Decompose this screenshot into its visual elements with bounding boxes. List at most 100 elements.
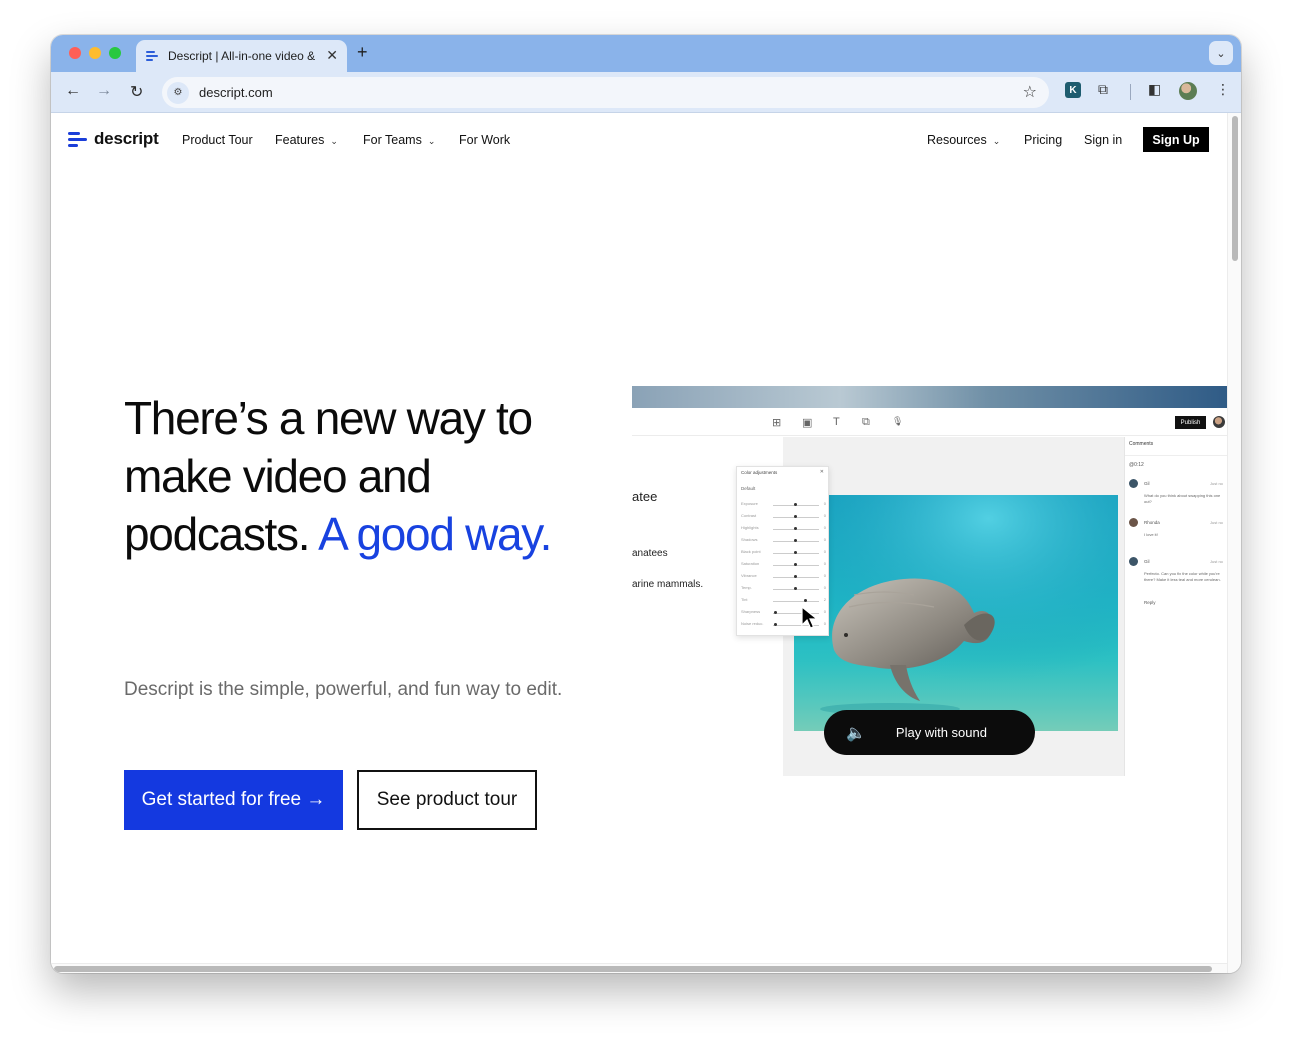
tab-strip: Descript | All-in-one video & p ✕ + ⌄ [51, 35, 1241, 72]
nav-sign-in[interactable]: Sign in [1084, 133, 1122, 147]
adjustment-value: 0 [823, 609, 826, 614]
adjustment-value: 0 [823, 573, 826, 578]
adjustment-value: 0 [823, 585, 826, 590]
grid-icon: ⊞ [772, 417, 782, 429]
color-adjustment-row: Saturation 0 [741, 561, 826, 569]
nav-features[interactable]: Features ⌄ [275, 133, 338, 147]
play-with-sound-label: Play with sound [895, 725, 987, 740]
commenter-name: Gil [1144, 481, 1150, 486]
descript-logo-icon [68, 129, 87, 149]
nav-for-teams-label: For Teams [363, 133, 422, 147]
adjustment-value: 2 [823, 597, 826, 602]
nav-for-teams[interactable]: For Teams ⌄ [363, 133, 435, 147]
adjustment-label: Shadows [741, 537, 758, 542]
vertical-scroll-thumb[interactable] [1232, 116, 1238, 261]
script-line: anatees [632, 548, 668, 559]
chevron-down-icon: ⌄ [427, 136, 436, 146]
slider-knob [794, 539, 797, 542]
nav-resources[interactable]: Resources ⌄ [927, 133, 1000, 147]
side-panel-icon[interactable]: ◧ [1148, 81, 1161, 98]
color-adjustment-row: Exposure 0 [741, 501, 826, 509]
web-page: descript Product Tour Features ⌄ For Team… [51, 113, 1227, 963]
adjustment-label: Contrast [741, 513, 757, 518]
browser-toolbar: ← → ↻ ⚙ descript.com ☆ K ⧉ ◧ ⋮ [51, 72, 1241, 113]
screenshot-stage: Descript | All-in-one video & p ✕ + ⌄ ← … [0, 0, 1292, 1042]
zoom-window-button[interactable] [109, 47, 121, 59]
active-tab[interactable]: Descript | All-in-one video & p ✕ [136, 40, 347, 72]
manatee-video-frame [794, 495, 1118, 731]
color-adjustment-row: Contrast 0 [741, 513, 826, 521]
sign-up-button[interactable]: Sign Up [1143, 127, 1209, 152]
adjustment-label: Exposure [741, 501, 758, 506]
close-window-button[interactable] [69, 47, 81, 59]
profile-avatar[interactable] [1179, 82, 1197, 100]
commenter-avatar [1129, 518, 1138, 527]
mockup-avatar [1213, 416, 1225, 428]
speaker-icon: 🔈 [846, 724, 866, 742]
adjustment-label: Saturation [741, 561, 760, 566]
logo-text: descript [94, 129, 159, 148]
comment-time: Just no [1210, 520, 1223, 525]
url-text[interactable]: descript.com [199, 85, 273, 100]
descript-favicon-icon [146, 49, 160, 63]
adjustment-label: Vibrance [741, 573, 757, 578]
product-demo-video[interactable]: ⊞ ▣ T ⧉ 🎙 Publish atee anatees arine mam… [632, 386, 1227, 776]
adjustment-value: 0 [823, 525, 826, 530]
tab-search-button[interactable]: ⌄ [1209, 41, 1233, 65]
slider-knob [794, 563, 797, 566]
comments-header: Comments [1129, 441, 1154, 447]
comment-reply: Reply [1144, 600, 1156, 605]
site-info-icon[interactable]: ⚙ [167, 81, 189, 104]
nav-resources-label: Resources [927, 133, 987, 147]
comment-text: I love it! [1144, 532, 1158, 537]
mouse-cursor-icon [801, 606, 819, 629]
slider-knob [774, 623, 777, 626]
horizontal-scroll-thumb[interactable] [54, 966, 1212, 972]
new-tab-button[interactable]: + [357, 42, 368, 63]
vertical-scrollbar[interactable] [1227, 113, 1241, 973]
tab-title: Descript | All-in-one video & p [168, 49, 318, 63]
nav-features-label: Features [275, 133, 325, 147]
product-tour-button[interactable]: See product tour [357, 770, 537, 830]
adjustment-label: Noise reduc. [741, 621, 764, 626]
nav-product-tour[interactable]: Product Tour [182, 133, 253, 147]
bookmark-star-icon[interactable]: ☆ [1023, 82, 1037, 102]
comments-divider [1125, 455, 1227, 456]
comment-time: Just no [1210, 481, 1223, 486]
window-controls [69, 47, 121, 59]
slider-knob [804, 599, 807, 602]
hero-title: There’s a new way to make video and podc… [124, 389, 594, 563]
forward-icon[interactable]: → [96, 82, 112, 100]
extensions-puzzle-icon[interactable]: ⧉ [1098, 81, 1108, 98]
horizontal-scrollbar[interactable] [51, 963, 1227, 973]
nav-pricing[interactable]: Pricing [1024, 133, 1062, 147]
adjustment-label: Sharpness [741, 609, 761, 614]
browser-menu-icon[interactable]: ⋮ [1216, 81, 1230, 98]
hero-subtitle: Descript is the simple, powerful, and fu… [124, 679, 563, 700]
slider-knob [794, 551, 797, 554]
adjustment-value: 0 [823, 549, 826, 554]
image-icon: ▣ [802, 417, 813, 429]
tab-close-icon[interactable]: ✕ [326, 47, 338, 64]
back-icon[interactable]: ← [65, 82, 81, 100]
commenter-name: Gil [1144, 559, 1150, 564]
chevron-down-icon: ⌄ [992, 136, 1001, 146]
play-with-sound-button[interactable]: 🔈 Play with sound [824, 710, 1035, 755]
adjustment-label: Temp. [741, 585, 752, 590]
slider-knob [794, 575, 797, 578]
adjustment-value: 0 [823, 561, 826, 566]
address-bar[interactable]: ⚙ descript.com ☆ [162, 77, 1049, 108]
manatee-illustration [794, 495, 1118, 731]
reload-icon[interactable]: ↻ [130, 82, 143, 102]
nav-for-work[interactable]: For Work [459, 133, 510, 147]
commenter-name: Rhonda [1144, 520, 1160, 525]
text-icon: T [833, 416, 840, 428]
get-started-button[interactable]: Get started for free → [124, 770, 343, 830]
color-adjustment-row: Temp. 0 [741, 585, 826, 593]
descript-logo[interactable]: descript [68, 129, 159, 149]
color-preset: Default [741, 486, 756, 491]
color-panel-title: Color adjustments [741, 470, 778, 475]
minimize-window-button[interactable] [89, 47, 101, 59]
extension-k-icon[interactable]: K [1065, 82, 1081, 98]
slider-knob [794, 527, 797, 530]
